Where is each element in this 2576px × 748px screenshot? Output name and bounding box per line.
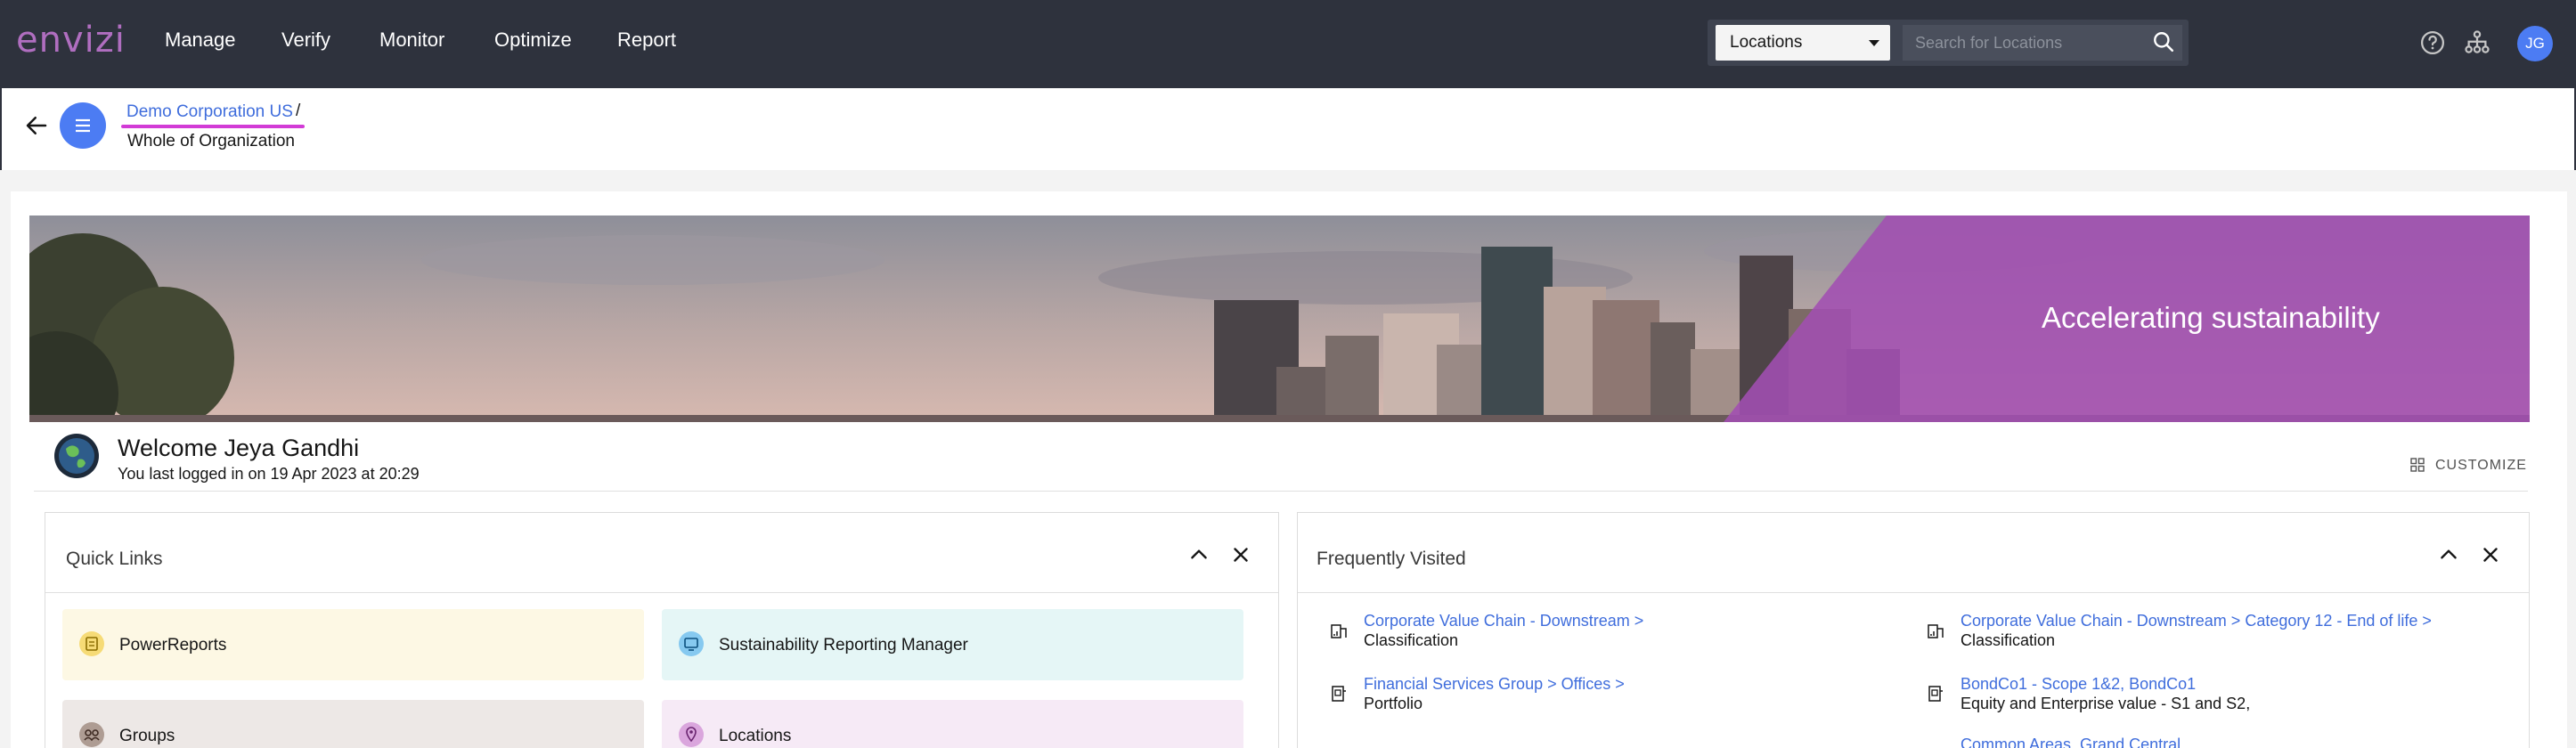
envizi-logo[interactable]: envizi — [16, 20, 126, 61]
chevron-up-icon[interactable] — [2437, 543, 2460, 566]
frequently-visited-title: Frequently Visited — [1317, 549, 1466, 569]
search-scope-select[interactable]: Locations — [1716, 25, 1890, 61]
quick-link-label: Locations — [719, 727, 792, 745]
hierarchy-icon[interactable] — [2464, 29, 2490, 56]
organization-globe-icon — [54, 434, 99, 478]
panel-divider — [1298, 592, 2529, 593]
user-avatar[interactable]: JG — [2517, 26, 2553, 61]
search-scope-value: Locations — [1730, 33, 1803, 52]
frequent-link[interactable]: Financial Services Group > Offices > — [1364, 675, 1625, 694]
portfolio-icon — [1928, 686, 1943, 702]
quick-link-label: Sustainability Reporting Manager — [719, 636, 968, 654]
frequent-link[interactable]: Corporate Value Chain - Downstream > — [1364, 612, 1643, 630]
frequent-link-type: Classification — [1364, 631, 1459, 649]
breadcrumb-highlight — [121, 125, 305, 128]
nav-report[interactable]: Report — [617, 28, 676, 52]
monitor-icon — [679, 631, 704, 656]
hierarchy-menu-button[interactable] — [60, 102, 106, 149]
portfolio-icon — [1332, 686, 1346, 702]
close-icon[interactable] — [2479, 543, 2502, 566]
quick-links-title: Quick Links — [66, 549, 163, 569]
building-chart-icon — [1926, 744, 1945, 748]
frequent-link[interactable]: Corporate Value Chain - Downstream > Cat… — [1961, 612, 2432, 630]
quick-link-groups[interactable]: Groups — [62, 700, 644, 748]
frequent-link-type: Portfolio — [1364, 695, 1423, 712]
caret-down-icon — [1869, 40, 1879, 46]
frequent-link-type: Equity and Enterprise value - S1 and S2, — [1961, 695, 2251, 712]
search-input[interactable] — [1903, 25, 2182, 61]
breadcrumb-current: Whole of Organization — [127, 132, 295, 150]
building-chart-icon — [1928, 624, 1944, 638]
quick-link-sustainability-reporting-manager[interactable]: Sustainability Reporting Manager — [662, 609, 1243, 680]
nav-verify[interactable]: Verify — [281, 28, 330, 52]
building-chart-icon — [1331, 624, 1347, 638]
frequent-link[interactable]: BondCo1 - Scope 1&2, BondCo1 — [1961, 675, 2196, 694]
last-login-text: You last logged in on 19 Apr 2023 at 20:… — [118, 465, 420, 483]
divider — [34, 491, 2528, 492]
quick-link-locations[interactable]: Locations — [662, 700, 1243, 748]
groups-icon — [79, 722, 104, 747]
customize-button[interactable]: CUSTOMIZE — [2435, 458, 2527, 474]
location-icon — [679, 722, 704, 747]
breadcrumb-bar — [0, 88, 2576, 170]
quick-link-label: PowerReports — [119, 636, 227, 654]
nav-manage[interactable]: Manage — [165, 28, 236, 52]
panel-divider — [45, 592, 1278, 593]
help-icon[interactable] — [2419, 29, 2446, 56]
nav-optimize[interactable]: Optimize — [494, 28, 572, 52]
nav-monitor[interactable]: Monitor — [379, 28, 444, 52]
chevron-up-icon[interactable] — [1187, 543, 1211, 566]
breadcrumb-separator: / — [296, 102, 301, 120]
quick-link-label: Groups — [119, 727, 175, 745]
close-icon[interactable] — [1229, 543, 1252, 566]
frequent-link-type: Classification — [1961, 631, 2056, 649]
back-arrow-icon[interactable] — [23, 112, 50, 139]
grid-icon[interactable] — [2410, 458, 2425, 472]
report-icon — [79, 631, 104, 656]
quick-link-powerreports[interactable]: PowerReports — [62, 609, 644, 680]
breadcrumb-parent-link[interactable]: Demo Corporation US — [126, 102, 293, 122]
menu-icon — [76, 118, 90, 133]
frequent-link[interactable]: Common Areas, Grand Central — [1961, 736, 2181, 748]
search-icon[interactable] — [2152, 30, 2175, 53]
welcome-heading: Welcome Jeya Gandhi — [118, 435, 360, 461]
banner-tagline: Accelerating sustainability — [2042, 301, 2380, 334]
